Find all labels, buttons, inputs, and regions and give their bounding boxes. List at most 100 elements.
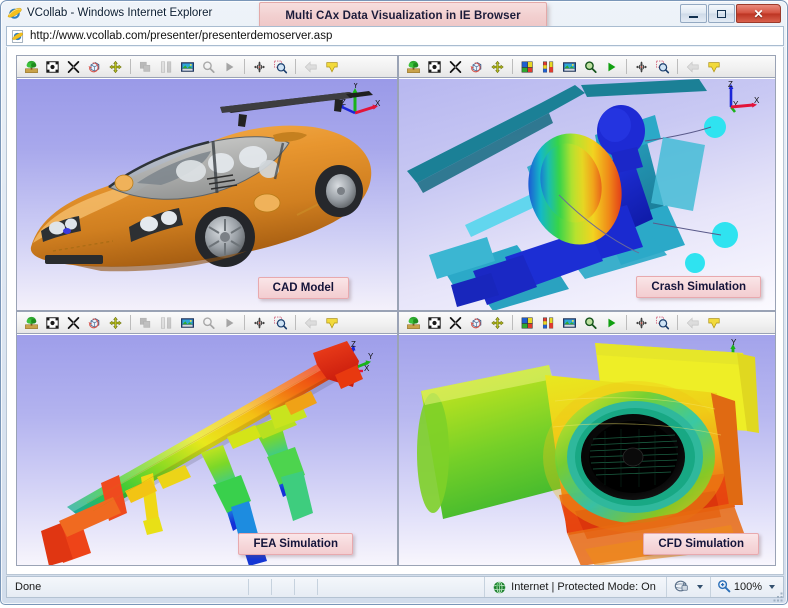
toolbar-separator bbox=[512, 59, 513, 74]
address-url: http://www.vcollab.com/presenter/present… bbox=[30, 30, 333, 42]
forward-arrow-icon[interactable] bbox=[704, 58, 723, 76]
image-capture-icon[interactable] bbox=[178, 58, 197, 76]
panel-label-fea-simulation: FEA Simulation bbox=[238, 533, 353, 555]
close-button[interactable]: ✕ bbox=[736, 4, 781, 23]
probe-magnifier-icon[interactable] bbox=[581, 314, 600, 332]
color-legend-icon[interactable] bbox=[157, 314, 176, 332]
panel-cfd-simulation: Y X Z bbox=[398, 311, 776, 566]
color-legend-icon[interactable] bbox=[157, 58, 176, 76]
back-arrow-icon[interactable] bbox=[301, 58, 320, 76]
zoom-area-icon[interactable] bbox=[653, 314, 672, 332]
zoom-area-icon[interactable] bbox=[653, 58, 672, 76]
home-view-icon[interactable] bbox=[404, 58, 423, 76]
color-legend-icon[interactable] bbox=[539, 314, 558, 332]
select-arrows-icon[interactable] bbox=[446, 314, 465, 332]
toolbar-separator bbox=[626, 59, 627, 74]
select-arrows-icon[interactable] bbox=[64, 314, 83, 332]
panel-cad-model: Y X Z CAD Model bbox=[16, 55, 398, 311]
security-zone-label: Internet | Protected Mode: On bbox=[511, 581, 656, 593]
toolbar-separator bbox=[295, 315, 296, 330]
security-zone[interactable]: Internet | Protected Mode: On bbox=[484, 577, 666, 597]
image-capture-icon[interactable] bbox=[178, 314, 197, 332]
fit-to-window-icon[interactable] bbox=[43, 58, 62, 76]
maximize-button[interactable] bbox=[708, 4, 735, 23]
forward-arrow-icon[interactable] bbox=[322, 58, 341, 76]
fit-to-window-icon[interactable] bbox=[43, 314, 62, 332]
panel-fea-simulation: Z Y X FEA Simulation bbox=[16, 311, 398, 566]
probe-magnifier-icon[interactable] bbox=[581, 58, 600, 76]
viewport-crash-simulation[interactable]: Z Y X Crash Simulation bbox=[399, 79, 775, 310]
viewport-fea-simulation[interactable]: Z Y X FEA Simulation bbox=[17, 335, 397, 565]
page-content: Y X Z CAD Model Z Y X Crash Simulation Z… bbox=[6, 47, 784, 575]
play-animation-icon[interactable] bbox=[602, 314, 621, 332]
rotate-box-icon[interactable] bbox=[467, 58, 486, 76]
toolbar-separator bbox=[677, 315, 678, 330]
contour-plot-icon[interactable] bbox=[518, 58, 537, 76]
home-view-icon[interactable] bbox=[404, 314, 423, 332]
minimize-icon bbox=[689, 15, 698, 18]
status-divider bbox=[271, 579, 272, 595]
globe-icon bbox=[493, 580, 506, 594]
panel-label-crash-simulation: Crash Simulation bbox=[636, 276, 761, 298]
zoom-dropdown-caret-icon[interactable] bbox=[769, 585, 775, 589]
rotate-box-icon[interactable] bbox=[85, 58, 104, 76]
pan-move-icon[interactable] bbox=[106, 58, 125, 76]
minimize-button[interactable] bbox=[680, 4, 707, 23]
probe-magnifier-icon[interactable] bbox=[199, 58, 218, 76]
fea-beam-model bbox=[41, 341, 363, 565]
fit-to-window-icon[interactable] bbox=[425, 58, 444, 76]
image-capture-icon[interactable] bbox=[560, 58, 579, 76]
toolbar-separator bbox=[512, 315, 513, 330]
play-animation-icon[interactable] bbox=[602, 58, 621, 76]
zoom-area-icon[interactable] bbox=[271, 314, 290, 332]
toolbar-separator bbox=[244, 59, 245, 74]
viewport-cad-model[interactable]: Y X Z CAD Model bbox=[17, 79, 397, 310]
toolbar-separator bbox=[130, 315, 131, 330]
rotate-box-icon[interactable] bbox=[85, 314, 104, 332]
select-arrows-icon[interactable] bbox=[64, 58, 83, 76]
contour-plot-icon[interactable] bbox=[136, 314, 155, 332]
probe-magnifier-icon[interactable] bbox=[199, 314, 218, 332]
home-view-icon[interactable] bbox=[22, 58, 41, 76]
zoom-area-icon[interactable] bbox=[271, 58, 290, 76]
back-arrow-icon[interactable] bbox=[683, 314, 702, 332]
panel-crash-simulation: Z Y X Crash Simulation bbox=[398, 55, 776, 311]
status-divider bbox=[248, 579, 249, 595]
toolbar-separator bbox=[244, 315, 245, 330]
select-arrows-icon[interactable] bbox=[446, 58, 465, 76]
caption-banner: Multi CAx Data Visualization in IE Brows… bbox=[259, 2, 547, 29]
viewport-cfd-simulation[interactable]: Y X Z bbox=[399, 335, 775, 565]
move-center-icon[interactable] bbox=[250, 58, 269, 76]
privacy-report-button[interactable] bbox=[665, 577, 710, 597]
move-center-icon[interactable] bbox=[632, 58, 651, 76]
toolbar-cad-model bbox=[17, 56, 397, 78]
play-animation-icon[interactable] bbox=[220, 58, 239, 76]
panel-label-cfd-simulation: CFD Simulation bbox=[643, 533, 759, 555]
pan-move-icon[interactable] bbox=[488, 314, 507, 332]
contour-plot-icon[interactable] bbox=[136, 58, 155, 76]
back-arrow-icon[interactable] bbox=[301, 314, 320, 332]
pan-move-icon[interactable] bbox=[106, 314, 125, 332]
rotate-box-icon[interactable] bbox=[467, 314, 486, 332]
color-legend-icon[interactable] bbox=[539, 58, 558, 76]
caption-banner-text: Multi CAx Data Visualization in IE Brows… bbox=[285, 9, 521, 22]
zoom-icon bbox=[717, 579, 731, 596]
move-center-icon[interactable] bbox=[250, 314, 269, 332]
home-view-icon[interactable] bbox=[22, 314, 41, 332]
contour-plot-icon[interactable] bbox=[518, 314, 537, 332]
forward-arrow-icon[interactable] bbox=[322, 314, 341, 332]
forward-arrow-icon[interactable] bbox=[704, 314, 723, 332]
pan-move-icon[interactable] bbox=[488, 58, 507, 76]
fit-to-window-icon[interactable] bbox=[425, 314, 444, 332]
image-capture-icon[interactable] bbox=[560, 314, 579, 332]
address-bar[interactable]: http://www.vcollab.com/presenter/present… bbox=[6, 26, 784, 46]
back-arrow-icon[interactable] bbox=[683, 58, 702, 76]
toolbar-cfd-simulation bbox=[399, 312, 775, 334]
toolbar-separator bbox=[295, 59, 296, 74]
play-animation-icon[interactable] bbox=[220, 314, 239, 332]
privacy-dropdown-caret-icon[interactable] bbox=[696, 585, 703, 589]
move-center-icon[interactable] bbox=[632, 314, 651, 332]
browser-window: VCollab - Windows Internet Explorer Mult… bbox=[0, 0, 788, 605]
ie-logo-icon bbox=[7, 6, 22, 21]
resize-grip-icon[interactable] bbox=[772, 590, 784, 602]
